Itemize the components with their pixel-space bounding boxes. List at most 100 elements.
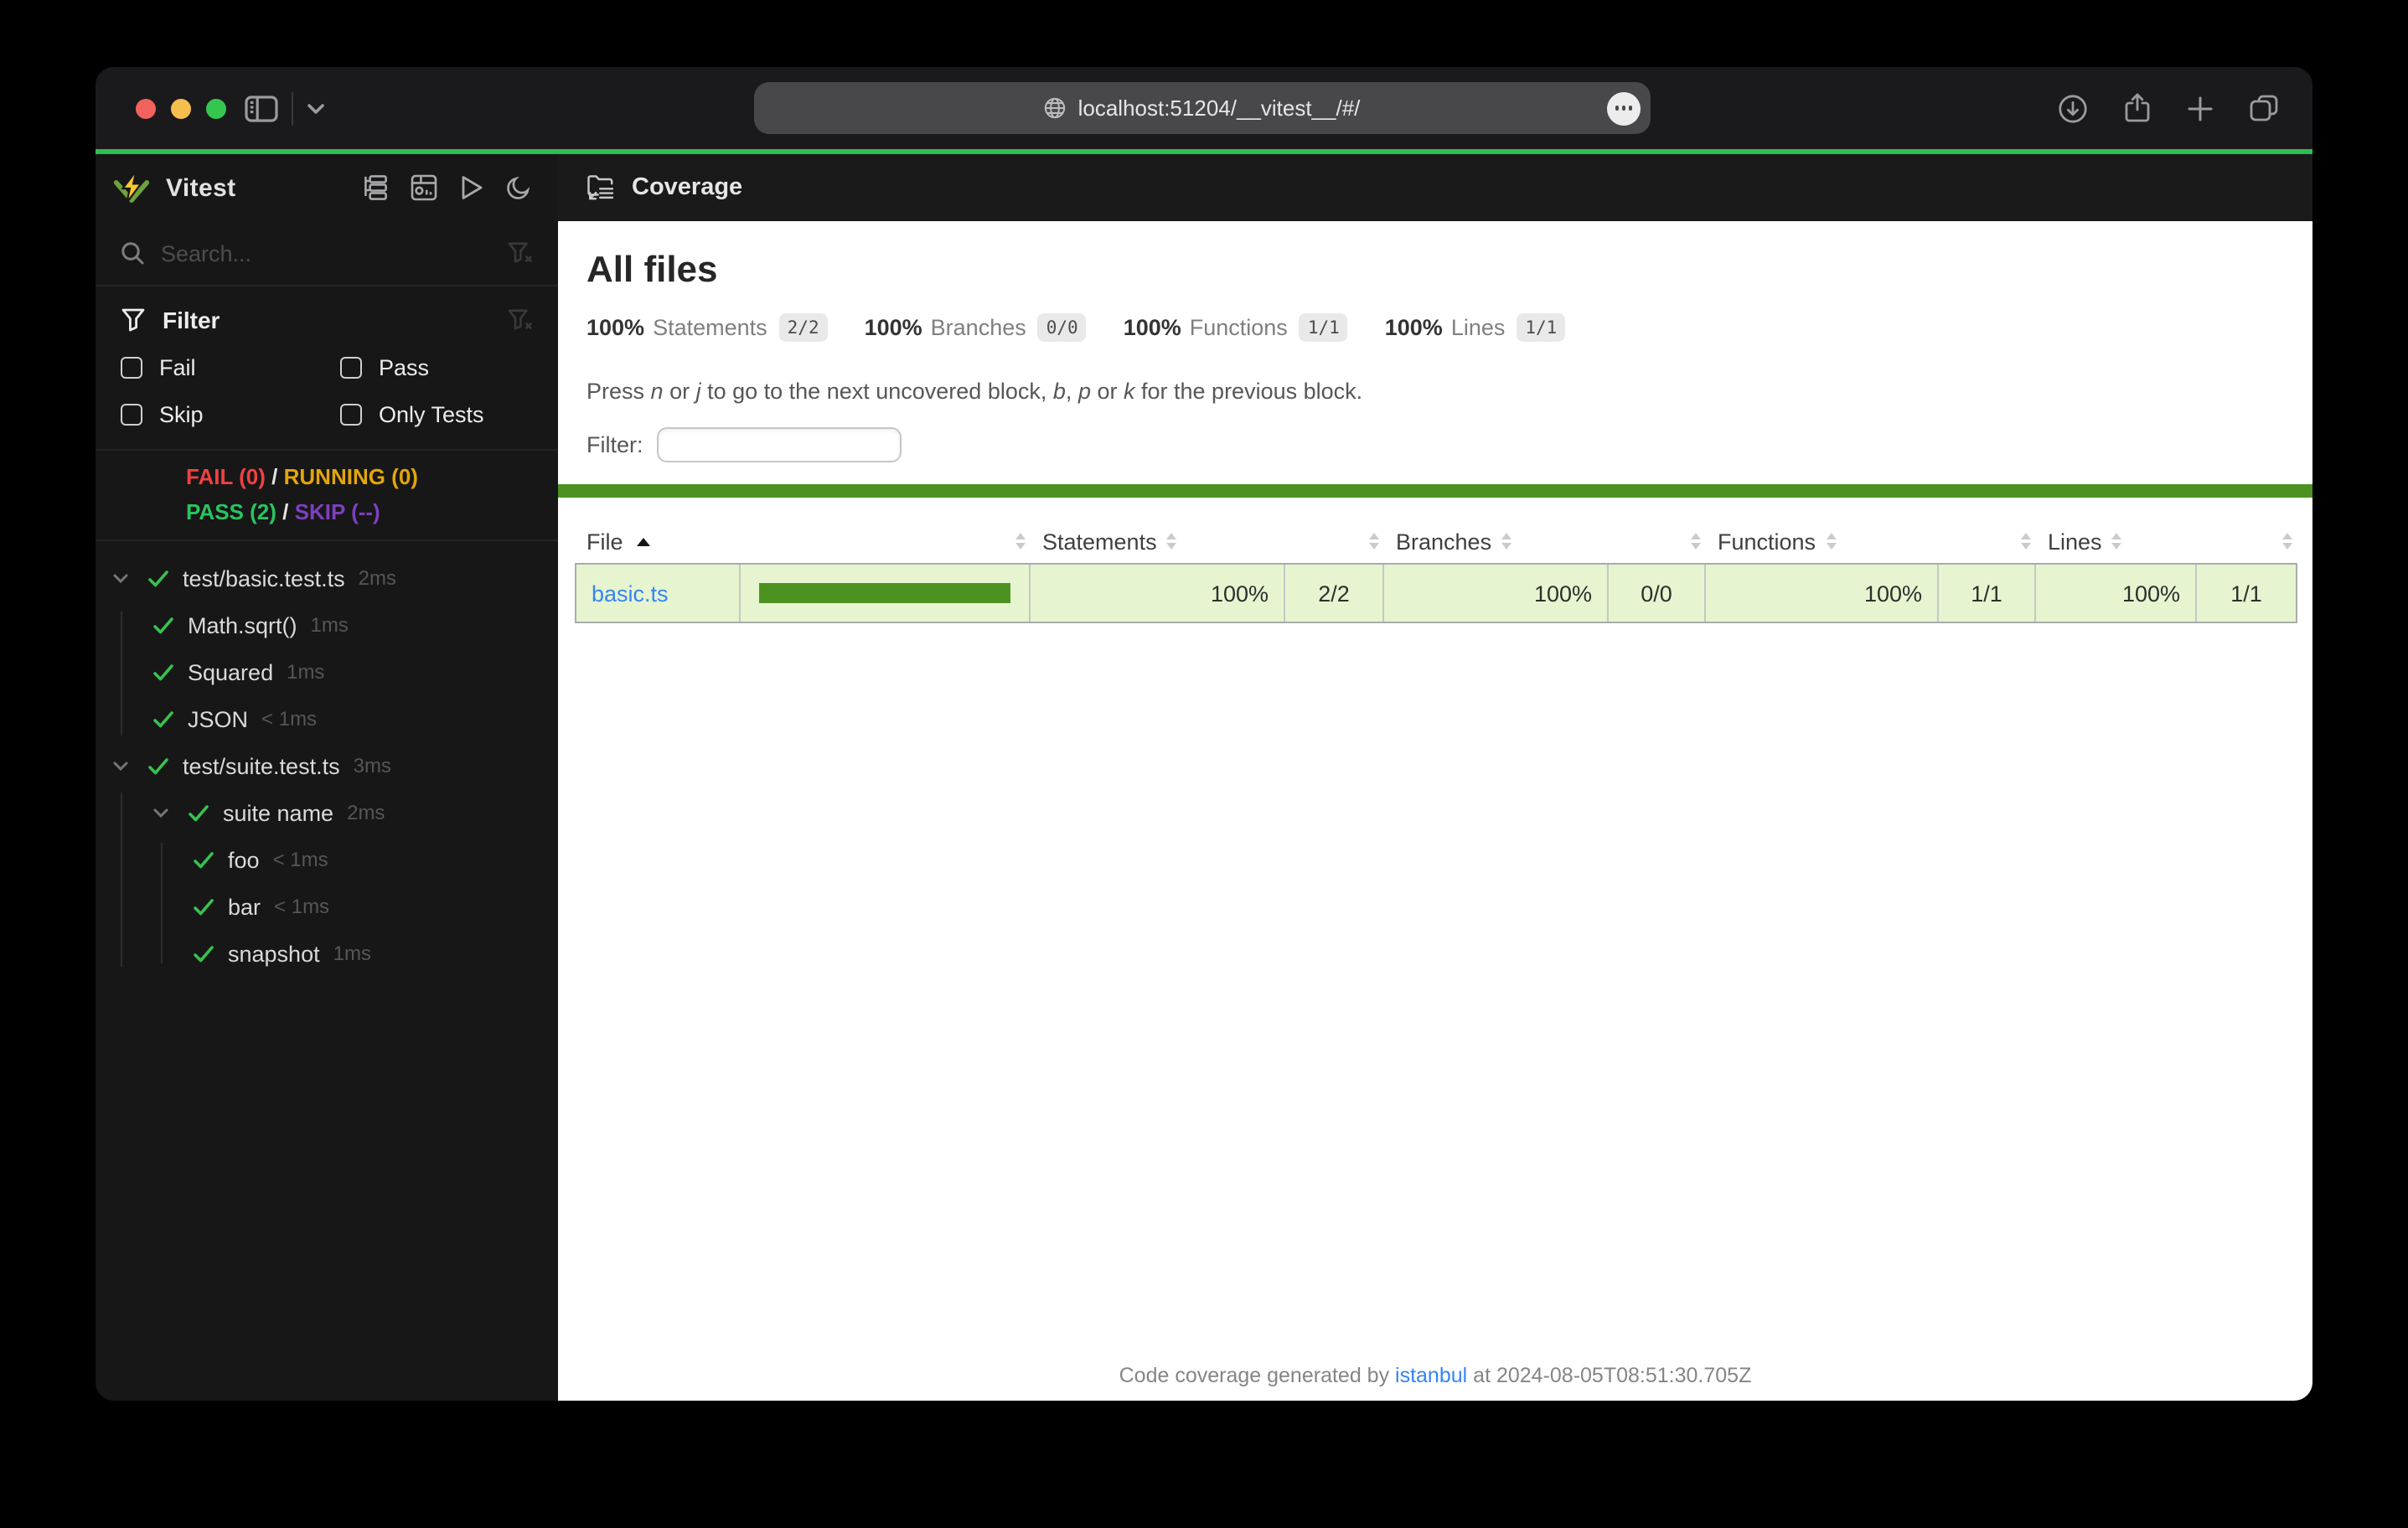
table-row: basic.ts 100% 2/2 100% 0/0 100% 1/1 100% [575,563,2297,623]
checkbox-label: Pass [379,355,430,380]
checkbox-icon[interactable] [340,404,362,426]
run-all-icon[interactable] [459,174,484,201]
sidebar-toggle-icon[interactable] [245,96,278,122]
tree-guide-line [161,843,163,963]
clear-search-filter-icon[interactable] [508,241,533,265]
dark-mode-icon[interactable] [506,174,531,201]
tree-item-test[interactable]: foo < 1ms [96,836,558,883]
sort-icon[interactable] [1369,533,1379,550]
checkbox-icon[interactable] [340,357,362,379]
coverage-header: Coverage [558,154,2312,221]
test-duration: 2ms [347,801,385,824]
statements-pct-cell: 100% [1031,565,1285,622]
clear-filters-icon[interactable] [508,308,533,332]
chevron-down-icon[interactable] [112,760,147,772]
pass-check-icon [147,569,183,587]
checkbox-icon[interactable] [121,357,142,379]
footer-text: Code coverage generated by [1119,1364,1396,1387]
coverage-bar-cell [741,565,1031,622]
tree-item-test[interactable]: Squared 1ms [96,648,558,695]
test-duration: 1ms [333,942,371,965]
keyboard-hint: Press n or j to go to the next uncovered… [586,379,1363,404]
sort-icon[interactable] [2111,533,2122,550]
new-tab-icon[interactable] [2187,95,2214,121]
collapse-tree-icon[interactable] [362,174,389,201]
tree-item-test[interactable]: JSON < 1ms [96,695,558,742]
checkbox-label: Fail [159,355,196,380]
pass-check-icon [152,710,188,728]
functions-raw-cell: 1/1 [1939,565,2036,622]
toolbar-divider [292,92,293,126]
sort-icon[interactable] [1501,533,1512,550]
test-tree: test/basic.test.ts 2ms Math.sqrt() 1ms S… [96,541,558,1401]
filter-checkbox-skip[interactable]: Skip [121,402,340,427]
summary-lines: 100% Lines 1/1 [1385,313,1566,342]
test-label: snapshot [228,941,320,966]
fraction-badge: 2/2 [778,313,828,342]
checkbox-icon[interactable] [121,404,142,426]
app-title: Vitest [166,173,236,202]
test-duration: < 1ms [261,707,318,730]
column-header-statements[interactable]: Statements [1031,529,1384,554]
tree-item-suite[interactable]: suite name 2ms [96,789,558,836]
chevron-down-icon[interactable] [152,807,188,818]
downloads-icon[interactable] [2058,93,2088,123]
address-bar[interactable]: localhost:51204/__vitest__/#/ [754,82,1651,134]
sort-icon[interactable] [2282,533,2292,550]
sort-icon[interactable] [2021,533,2031,550]
close-window-button[interactable] [136,98,156,118]
sort-icon[interactable] [1166,533,1177,550]
tree-item-test[interactable]: bar < 1ms [96,883,558,930]
test-label: JSON [188,706,249,731]
test-label: Math.sqrt() [188,612,297,638]
column-header-lines[interactable]: Lines [2036,529,2297,554]
tab-overview-icon[interactable] [2249,94,2279,122]
search-input[interactable] [161,240,491,266]
checkbox-label: Skip [159,402,204,427]
coverage-panel: Coverage All files 100% Statements 2/2 100… [558,154,2312,1401]
file-filter-input[interactable] [656,427,902,462]
test-label: suite name [223,800,334,825]
istanbul-link[interactable]: istanbul [1395,1364,1467,1387]
minimize-window-button[interactable] [171,98,191,118]
chevron-down-icon[interactable] [307,102,325,116]
column-header-branches[interactable]: Branches [1384,529,1706,554]
summary-branches: 100% Branches 0/0 [865,313,1087,342]
share-icon[interactable] [2123,92,2152,124]
filter-section-title: Filter [163,307,220,333]
chevron-down-icon[interactable] [112,572,147,584]
filter-label: Filter: [586,432,643,457]
column-header-functions[interactable]: Functions [1706,529,2036,554]
skip-count: SKIP (--) [294,499,380,524]
test-duration: 1ms [287,660,325,684]
tree-item-test[interactable]: snapshot 1ms [96,930,558,977]
column-header-file[interactable]: File [575,529,1031,554]
file-link[interactable]: basic.ts [592,581,669,606]
pass-check-icon [152,616,188,634]
lines-raw-cell: 1/1 [2230,581,2262,606]
pass-check-icon [152,663,188,681]
tree-item-file[interactable]: test/basic.test.ts 2ms [96,555,558,601]
sort-icon[interactable] [1691,533,1701,550]
filter-checkbox-pass[interactable]: Pass [340,355,533,380]
sort-icon[interactable] [1015,533,1026,550]
tree-item-test[interactable]: Math.sqrt() 1ms [96,601,558,648]
sort-icon[interactable] [1826,533,1837,550]
zoom-window-button[interactable] [206,98,226,118]
filter-icon [121,308,146,332]
coverage-title: Coverage [632,174,743,201]
test-label: Squared [188,659,274,684]
summary-statements: 100% Statements 2/2 [586,313,828,342]
page-more-button[interactable] [1607,91,1641,125]
window-controls [136,98,226,118]
dashboard-icon[interactable] [411,174,437,201]
branches-pct-cell: 100% [1384,565,1609,622]
tree-item-file[interactable]: test/suite.test.ts 3ms [96,742,558,789]
filter-checkbox-only-tests[interactable]: Only Tests [340,402,533,427]
test-duration: < 1ms [272,848,328,871]
test-run-summary: FAIL (0) / RUNNING (0) PASS (2) / SKIP (… [96,449,558,541]
browser-toolbar: localhost:51204/__vitest__/#/ [96,67,2312,149]
summary-functions: 100% Functions 1/1 [1124,313,1348,342]
pass-check-icon [188,803,223,822]
filter-checkbox-fail[interactable]: Fail [121,355,340,380]
